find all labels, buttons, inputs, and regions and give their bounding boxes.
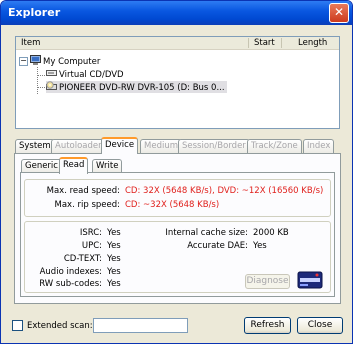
title-bar[interactable]: Explorer ✕ [1,1,352,25]
cache-size-label: Internal cache size: [165,228,248,238]
audio-indexes-label: Audio indexes: [39,267,102,277]
collapse-toggle[interactable]: − [19,57,28,66]
tree-node-my-computer[interactable]: My Computer [30,55,100,67]
close-button[interactable]: Close [297,317,343,334]
virtual-drive-icon [46,68,57,78]
tab-device[interactable]: Device [101,137,139,154]
tab-medium[interactable]: Medium [140,139,182,153]
column-start[interactable]: Start [254,38,275,48]
tree-connector [37,67,38,94]
upc-value: Yes [107,241,121,251]
column-separator [281,38,282,48]
computer-icon [30,55,41,65]
close-icon: ✕ [333,5,345,19]
minus-icon: − [20,56,27,65]
diagnose-button[interactable]: Diagnose [245,274,290,289]
tab-index[interactable]: Index [303,139,335,153]
rw-subcodes-value: Yes [107,279,121,289]
tab-session-border[interactable]: Session/Border [178,139,250,153]
subtab-read[interactable]: Read [59,157,89,174]
max-rip-speed-label: Max. rip speed: [54,200,120,210]
refresh-button[interactable]: Refresh [244,317,291,334]
tree-node-label: Virtual CD/DVD [59,70,124,80]
subtab-generic[interactable]: Generic [21,159,62,173]
audio-indexes-value: Yes [107,267,121,277]
max-read-speed-value: CD: 32X (5648 KB/s), DVD: ~12X (16560 KB… [125,186,324,196]
device-panel: Generic Read Write Max. read speed: CD: … [14,153,341,304]
cd-drive-icon [46,81,57,91]
features-group: ISRC: Yes UPC: Yes CD-TEXT: Yes Audio in… [24,221,331,293]
tab-track-zone[interactable]: Track/Zone [247,139,302,153]
explorer-window: Explorer ✕ Item Start Length − My Comput… [0,0,353,344]
tab-autoloader[interactable]: Autoloader [51,139,106,153]
extended-scan-input[interactable] [93,318,188,333]
column-item[interactable]: Item [21,38,40,48]
device-tree[interactable]: Item Start Length − My Computer Virtual … [15,36,340,129]
tree-connector [37,75,45,76]
isrc-value: Yes [107,228,121,238]
isrc-label: ISRC: [79,228,102,238]
extended-scan-checkbox[interactable] [12,320,23,331]
accurate-dae-value: Yes [253,241,267,251]
cache-size-value: 2000 KB [253,228,289,238]
cd-text-label: CD-TEXT: [63,254,102,264]
read-panel: Max. read speed: CD: 32X (5648 KB/s), DV… [20,172,335,297]
cd-text-value: Yes [107,254,121,264]
close-window-button[interactable]: ✕ [329,3,349,23]
tree-node-label: PIONEER DVD-RW DVR-105 (D: Bus 0... [59,83,225,93]
extended-scan-label: Extended scan: [27,321,93,331]
tree-node-label: My Computer [43,57,101,67]
max-rip-speed-value: CD: ~32X (5648 KB/s) [125,200,220,210]
column-separator [248,38,249,48]
upc-label: UPC: [81,241,102,251]
tree-node-pioneer-drive[interactable]: PIONEER DVD-RW DVR-105 (D: Bus 0... [46,81,227,93]
accurate-dae-label: Accurate DAE: [187,241,248,251]
tab-system[interactable]: System [15,139,55,153]
window-title: Explorer [8,6,61,19]
subtab-write[interactable]: Write [92,159,123,173]
max-read-speed-label: Max. read speed: [46,186,120,196]
tree-node-virtual-cd[interactable]: Virtual CD/DVD [46,68,124,80]
column-length[interactable]: Length [298,38,327,48]
tree-connector [37,87,45,88]
tree-header: Item Start Length [16,37,339,50]
rw-subcodes-label: RW sub-codes: [39,279,102,289]
drive-device-icon [297,270,323,290]
speed-group: Max. read speed: CD: 32X (5648 KB/s), DV… [24,179,331,217]
